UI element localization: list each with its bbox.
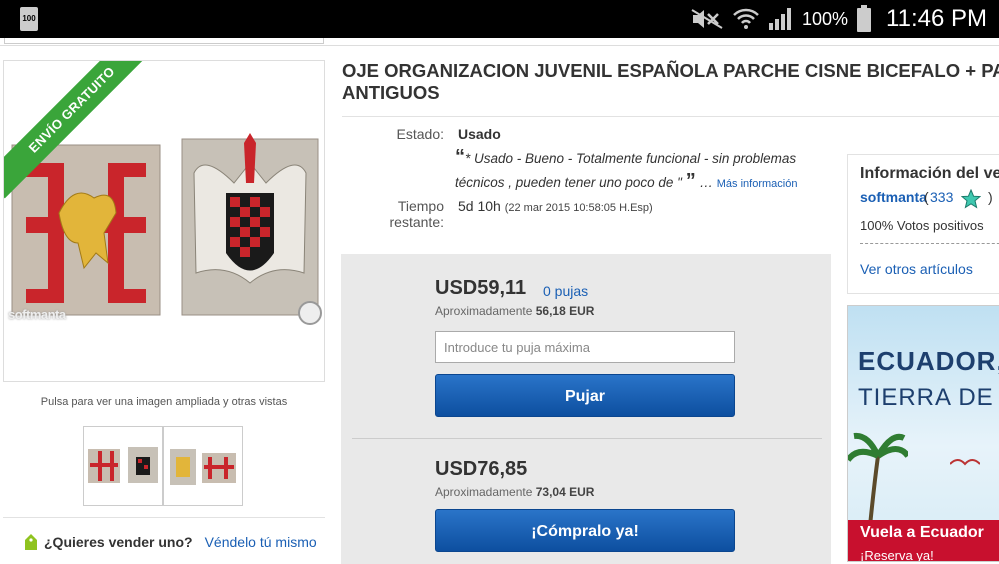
thumbnail-2-image bbox=[170, 449, 236, 485]
bid-button[interactable]: Pujar bbox=[435, 374, 735, 417]
clock: 11:46 PM bbox=[886, 5, 987, 32]
sell-link[interactable]: Véndelo tú mismo bbox=[205, 534, 317, 550]
buy-now-button[interactable]: ¡Cómpralo ya! bbox=[435, 509, 735, 552]
ad-headline: ECUADOR, bbox=[858, 346, 999, 376]
star-icon bbox=[961, 189, 981, 209]
bird-icon bbox=[950, 459, 980, 466]
divider bbox=[860, 243, 999, 244]
image-caption: Pulsa para ver una imagen ampliada y otr… bbox=[40, 396, 288, 408]
battery-percent: 100% bbox=[802, 8, 849, 29]
zoom-icon[interactable] bbox=[298, 301, 322, 325]
thumbnail-2[interactable] bbox=[163, 426, 243, 506]
max-bid-input[interactable]: Introduce tu puja máxima bbox=[435, 331, 735, 363]
positive-feedback: 100% Votos positivos bbox=[860, 218, 984, 233]
tag-icon bbox=[25, 534, 37, 550]
time-label: Tiempo restante: bbox=[389, 198, 444, 230]
ad-cta: Vuela a Ecuador bbox=[860, 524, 984, 541]
ad-banner[interactable]: ECUADOR, TIERRA DE C Vuela a Ecuador ¡Re… bbox=[847, 305, 999, 562]
battery-icon bbox=[857, 5, 872, 32]
paren-open: ( bbox=[924, 189, 929, 205]
mute-icon bbox=[691, 9, 723, 29]
palm-icon bbox=[848, 432, 908, 526]
sell-question: ¿Quieres vender uno? bbox=[44, 534, 193, 550]
bid-count[interactable]: 0 pujas bbox=[543, 283, 588, 299]
ad-cta-secondary: ¡Reserva ya! bbox=[860, 548, 934, 562]
ad-subheadline: TIERRA DE C bbox=[858, 384, 999, 411]
seller-score[interactable]: 333 bbox=[930, 189, 953, 205]
thumbnail-1-image bbox=[88, 447, 158, 483]
other-items-link[interactable]: Ver otros artículos bbox=[860, 261, 973, 277]
sell-prompt: ¿Quieres vender uno? Véndelo tú mismo bbox=[24, 533, 317, 551]
divider bbox=[3, 517, 325, 518]
divider bbox=[352, 438, 822, 439]
buy-now-price: USD76,85 bbox=[435, 458, 528, 480]
condition-label: Estado: bbox=[396, 126, 444, 142]
main-image[interactable]: ENVÍO GRATUITO softmanta bbox=[3, 60, 325, 382]
seller-info: Información del ve softmanta ( 333 ) 100… bbox=[847, 154, 999, 294]
time-remaining: 5d 10h (22 mar 2015 10:58:05 H.Esp) bbox=[458, 198, 653, 214]
paren-close: ) bbox=[988, 189, 993, 205]
watermark: softmanta bbox=[8, 307, 66, 322]
seller-name[interactable]: softmanta bbox=[860, 189, 927, 205]
battery-small-icon: 100 bbox=[20, 7, 38, 31]
signal-icon bbox=[769, 8, 791, 30]
wifi-icon bbox=[733, 8, 759, 29]
buy-now-approx: Aproximadamente 73,04 EUR bbox=[435, 485, 595, 499]
status-bar: 100 100% 11:46 PM bbox=[0, 0, 999, 38]
seller-heading: Información del ve bbox=[860, 165, 999, 182]
condition-description: “* Usado - Bueno - Totalmente funcional … bbox=[455, 146, 798, 192]
divider bbox=[342, 116, 999, 117]
more-info-link[interactable]: Más información bbox=[717, 178, 798, 190]
thumbnail-1[interactable] bbox=[83, 426, 163, 506]
condition-value: Usado bbox=[458, 126, 501, 142]
approx-price: Aproximadamente 56,18 EUR bbox=[435, 304, 595, 318]
current-price: USD59,11 bbox=[435, 277, 527, 299]
item-title: OJE ORGANIZACION JUVENIL ESPAÑOLA PARCHE… bbox=[342, 60, 999, 103]
top-divider bbox=[0, 38, 999, 46]
